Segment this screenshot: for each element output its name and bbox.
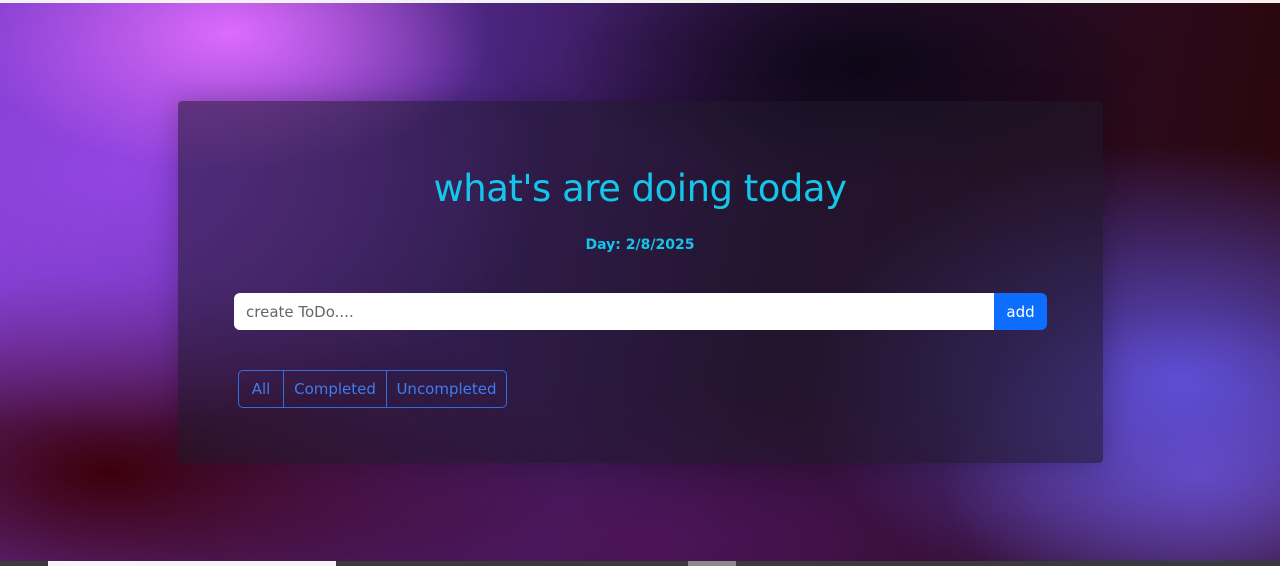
todo-input[interactable] xyxy=(234,293,994,330)
taskbar-tab[interactable] xyxy=(48,561,336,566)
page-title: what's are doing today xyxy=(433,167,847,210)
filter-all-button[interactable]: All xyxy=(238,370,284,408)
todo-card xyxy=(178,101,1103,463)
filter-completed-button[interactable]: Completed xyxy=(283,370,387,408)
bottom-taskbar-strip xyxy=(0,561,1280,566)
date-label: Day: 2/8/2025 xyxy=(585,237,695,253)
taskbar-tab[interactable] xyxy=(688,561,736,566)
filter-uncompleted-button[interactable]: Uncompleted xyxy=(386,370,507,408)
add-button[interactable]: add xyxy=(994,293,1047,330)
filter-button-group: All Completed Uncompleted xyxy=(238,370,507,408)
